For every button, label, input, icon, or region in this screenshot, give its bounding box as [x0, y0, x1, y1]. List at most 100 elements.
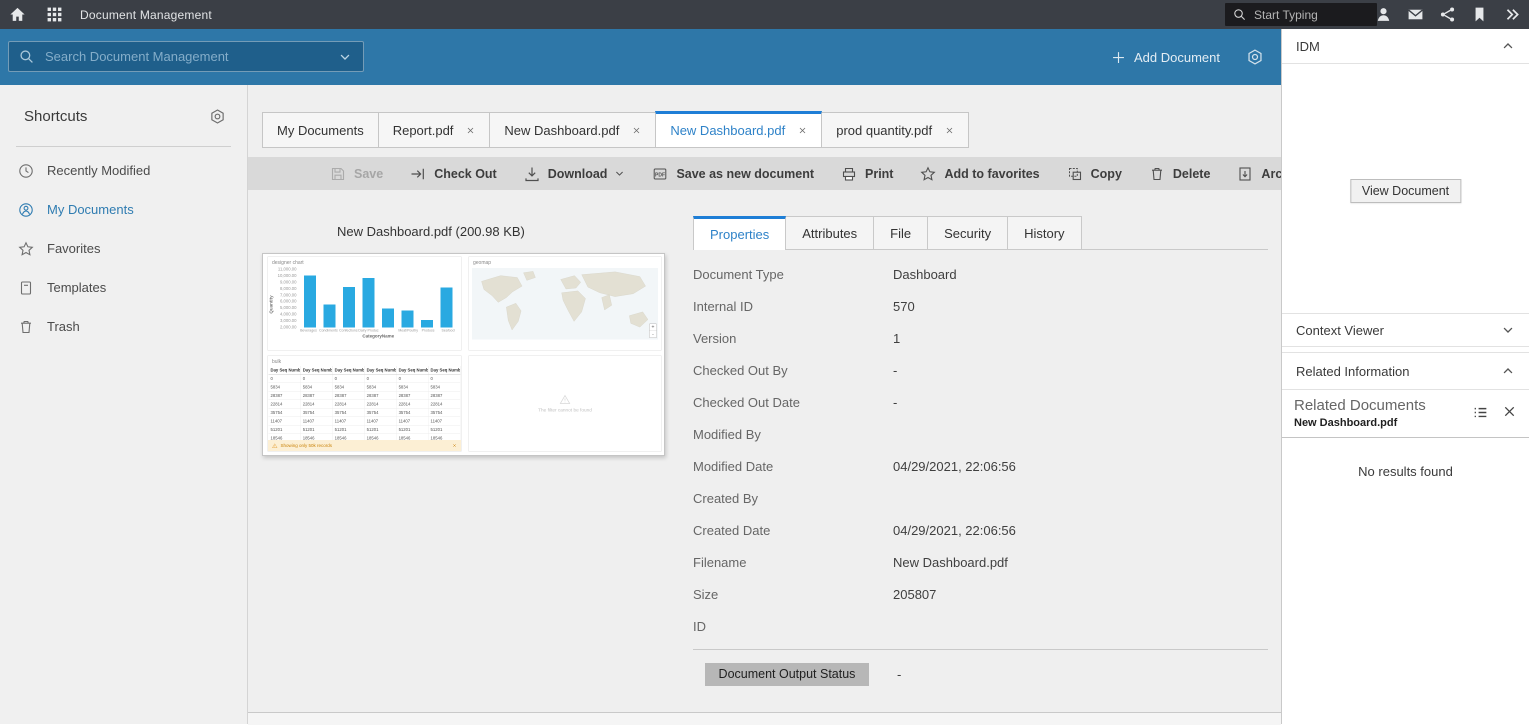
trash-icon: [1149, 166, 1165, 182]
preview-page: designer chart Quantity 11,000.0010,000.…: [263, 254, 665, 456]
topbar-icon-group: [1375, 0, 1529, 29]
field-label: Document Type: [693, 267, 893, 282]
document-preview[interactable]: designer chart Quantity 11,000.0010,000.…: [262, 253, 665, 456]
zoom-in-button[interactable]: +: [650, 324, 657, 331]
document-output-status-button[interactable]: Document Output Status: [705, 663, 869, 686]
download-button[interactable]: Download: [524, 166, 626, 182]
check-out-button[interactable]: Check Out: [410, 166, 497, 182]
field-value: 1: [893, 331, 900, 346]
field-value: 04/29/2021, 22:06:56: [893, 459, 1016, 474]
doc-tab-new-dashboard-pdf[interactable]: New Dashboard.pdf: [655, 111, 822, 148]
properties-tab-label: Properties: [710, 227, 769, 242]
properties-tab-file[interactable]: File: [873, 216, 928, 249]
view-document-button[interactable]: View Document: [1350, 179, 1461, 203]
field-label: Modified By: [693, 427, 893, 442]
section-header-context-viewer[interactable]: Context Viewer: [1282, 313, 1529, 347]
zoom-out-button[interactable]: -: [650, 331, 657, 338]
properties-tab-attributes[interactable]: Attributes: [785, 216, 874, 249]
chart-categories: BeveragesCondimentsConfectionsDairy Prod…: [299, 329, 459, 333]
document-search-box[interactable]: [8, 41, 364, 72]
ytick-label: 2,000.00: [280, 324, 297, 329]
home-icon[interactable]: [9, 6, 26, 23]
xtick-label: Dairy Products: [358, 329, 378, 333]
bulk-cell: 22814: [269, 400, 301, 409]
delete-button[interactable]: Delete: [1149, 166, 1211, 182]
no-results-message: No results found: [1282, 464, 1529, 479]
section-header-related-information[interactable]: Related Information: [1282, 352, 1529, 390]
sidebar-item-favorites[interactable]: Favorites: [0, 229, 247, 268]
copy-button[interactable]: Copy: [1067, 166, 1122, 182]
star-icon: [18, 241, 34, 257]
close-icon[interactable]: [945, 126, 954, 135]
bulk-cell: 0: [428, 374, 460, 383]
bulk-cell: 11407: [300, 417, 332, 426]
properties-tab-security[interactable]: Security: [927, 216, 1008, 249]
sidebar-item-label: Recently Modified: [47, 163, 150, 178]
add-to-favorites-button[interactable]: Add to favorites: [920, 166, 1039, 182]
bulk-cell: 11407: [428, 417, 460, 426]
share-icon[interactable]: [1439, 6, 1456, 23]
bulk-cell: 35754: [396, 408, 428, 417]
xtick-label: Condiments: [318, 329, 338, 333]
chevron-down-icon[interactable]: [338, 50, 352, 64]
field-value: 04/29/2021, 22:06:56: [893, 523, 1016, 538]
bulk-cell: 51201: [332, 425, 364, 434]
properties-tab-history[interactable]: History: [1007, 216, 1081, 249]
table-row: 583458345834583458345834: [269, 383, 461, 392]
save-as-new-document-button[interactable]: PDFSave as new document: [652, 166, 814, 182]
xtick-label: Seafood: [438, 329, 458, 333]
table-row: 283872838728387283872838728387: [269, 391, 461, 400]
mail-icon[interactable]: [1407, 6, 1424, 23]
pdf-icon: PDF: [652, 166, 668, 182]
warning-icon: [272, 443, 278, 449]
gear-icon[interactable]: [209, 108, 226, 125]
properties-tab-properties[interactable]: Properties: [693, 216, 786, 250]
doc-tab-new-dashboard-pdf[interactable]: New Dashboard.pdf: [489, 112, 656, 148]
property-row-size: Size205807: [693, 578, 1268, 610]
xtick-label: Produce: [418, 329, 438, 333]
save-button[interactable]: Save: [330, 166, 383, 182]
properties-tabs: Properties AttributesFileSecurityHistory: [693, 215, 1268, 250]
bulk-cell: 28387: [396, 391, 428, 400]
doc-tab-label: prod quantity.pdf: [836, 123, 932, 138]
property-row-checked-out-by: Checked Out By-: [693, 354, 1268, 386]
output-status-row: Document Output Status -: [693, 652, 1268, 696]
document-search-input[interactable]: [43, 48, 338, 65]
doc-tab-report-pdf[interactable]: Report.pdf: [378, 112, 491, 148]
sidebar-item-my-documents[interactable]: My Documents: [0, 190, 247, 229]
bookmark-icon[interactable]: [1471, 6, 1488, 23]
doc-tab-my-documents[interactable]: My Documents: [262, 112, 379, 148]
bar: [363, 278, 375, 328]
doc-tab-prod-quantity-pdf[interactable]: prod quantity.pdf: [821, 112, 969, 148]
bulk-cell: 5834: [396, 383, 428, 392]
related-documents-header: Related Documents New Dashboard.pdf: [1282, 390, 1529, 437]
close-icon[interactable]: [452, 443, 457, 448]
close-icon[interactable]: [1502, 404, 1517, 419]
toolbar-button-label: Save: [354, 167, 383, 181]
close-icon[interactable]: [798, 126, 807, 135]
settings-icon[interactable]: [1246, 48, 1264, 66]
add-document-button[interactable]: Add Document: [1111, 50, 1220, 65]
print-button[interactable]: Print: [841, 166, 893, 182]
sidebar-item-recently-modified[interactable]: Recently Modified: [0, 151, 247, 190]
user-icon[interactable]: [1375, 6, 1392, 23]
close-icon[interactable]: [632, 126, 641, 135]
field-label: Checked Out By: [693, 363, 893, 378]
bulk-column-header: Day Seq Numb...: [364, 366, 396, 374]
global-search-input[interactable]: [1252, 7, 1368, 23]
check-out-icon: [410, 166, 426, 182]
section-header-idm[interactable]: IDM: [1282, 29, 1529, 64]
sidebar-item-trash[interactable]: Trash: [0, 307, 247, 346]
expand-icon[interactable]: [1503, 6, 1520, 23]
preview-document-title: New Dashboard.pdf (200.98 KB): [337, 224, 525, 239]
bulk-cell: 11407: [332, 417, 364, 426]
bulk-data-table: Day Seq Numb...Day Seq Numb...Day Seq Nu…: [269, 366, 461, 440]
global-search-box[interactable]: [1225, 3, 1377, 26]
related-documents-title: Related Documents: [1294, 397, 1426, 414]
close-icon[interactable]: [466, 126, 475, 135]
sidebar-item-templates[interactable]: Templates: [0, 268, 247, 307]
property-row-document-type: Document TypeDashboard: [693, 258, 1268, 290]
app-grid-icon[interactable]: [46, 6, 63, 23]
user-circle-icon: [18, 202, 34, 218]
list-menu-icon[interactable]: [1472, 404, 1489, 421]
